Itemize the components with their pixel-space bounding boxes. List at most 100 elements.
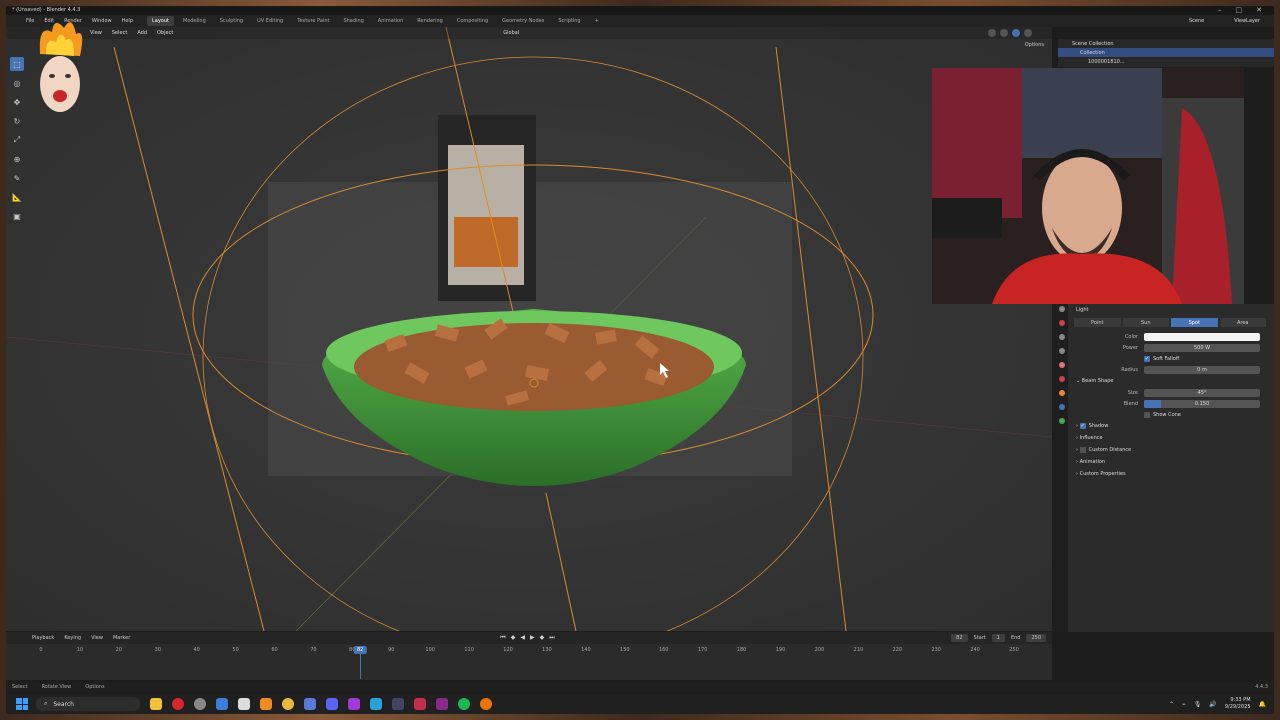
tab-sculpting[interactable]: Sculpting — [215, 16, 248, 26]
tab-geometry-nodes[interactable]: Geometry Nodes — [497, 16, 549, 26]
menu-window[interactable]: Window — [92, 18, 112, 24]
tool-properties-icon[interactable] — [1059, 306, 1065, 312]
color-swatch[interactable] — [1144, 332, 1260, 341]
play-reverse-icon[interactable]: ◀ — [520, 634, 525, 642]
measure-tool-icon[interactable]: 📐 — [10, 190, 24, 204]
timeline-menu-view[interactable]: View — [91, 635, 103, 641]
tab-layout[interactable]: Layout — [147, 16, 174, 26]
app-icon[interactable] — [260, 698, 272, 710]
tab-uv-editing[interactable]: UV Editing — [252, 16, 288, 26]
spot-size-field[interactable]: 45° — [1144, 388, 1260, 397]
view-layer-selector[interactable]: ViewLayer — [1234, 18, 1260, 24]
frame-ruler[interactable]: 0 10 20 30 40 50 60 70 80 90 100 110 120 130 140 150 160… — [6, 644, 1052, 656]
end-frame-field[interactable]: 250 — [1026, 634, 1046, 642]
timeline-editor[interactable]: Playback Keying View Marker ⏮ ◆ ◀ ▶ ◆ ⏭ … — [6, 632, 1052, 680]
shadow-subpanel[interactable]: › ✓ Shadow — [1070, 420, 1270, 432]
spotify-icon[interactable] — [458, 698, 470, 710]
light-type-point[interactable]: Point — [1074, 318, 1121, 327]
timeline-menu-keying[interactable]: Keying — [64, 635, 81, 641]
spot-blend-slider[interactable]: 0.150 — [1144, 399, 1260, 408]
scale-tool-icon[interactable]: ⤢ — [10, 133, 24, 147]
viewport-menu-object[interactable]: Object — [157, 30, 173, 36]
3d-viewport[interactable]: View Select Add Object Global Options ⬚ … — [6, 27, 1052, 631]
scene-properties-icon[interactable] — [1059, 362, 1065, 368]
add-cube-tool-icon[interactable]: ▣ — [10, 209, 24, 223]
settings-icon[interactable] — [194, 698, 206, 710]
annotate-tool-icon[interactable]: ✎ — [10, 171, 24, 185]
timeline-menu-marker[interactable]: Marker — [113, 635, 130, 641]
tab-compositing[interactable]: Compositing — [452, 16, 493, 26]
beam-shape-subpanel[interactable]: ⌄ Beam Shape — [1070, 375, 1270, 387]
tab-scripting[interactable]: Scripting — [553, 16, 585, 26]
light-type-spot[interactable]: Spot — [1171, 318, 1218, 327]
app-icon[interactable] — [436, 698, 448, 710]
clock[interactable]: 9:33 PM 9/29/2025 — [1225, 697, 1251, 711]
transform-tool-icon[interactable]: ⊕ — [10, 152, 24, 166]
cursor-tool-icon[interactable]: ◎ — [10, 76, 24, 90]
custom-distance-subpanel[interactable]: › Custom Distance — [1070, 444, 1270, 456]
chrome-icon[interactable] — [282, 698, 294, 710]
file-explorer-icon[interactable] — [150, 698, 162, 710]
opera-icon[interactable] — [172, 698, 184, 710]
soft-falloff-checkbox[interactable]: ✓ Soft Falloff — [1144, 353, 1179, 364]
solid-shading-icon[interactable] — [1000, 29, 1008, 37]
rendered-shading-icon[interactable] — [1024, 29, 1032, 37]
playhead-frame-label[interactable]: 82 — [353, 646, 367, 654]
radius-field[interactable]: 0 m — [1144, 365, 1260, 374]
windows-start-icon[interactable] — [16, 698, 28, 710]
tab-modeling[interactable]: Modeling — [178, 16, 211, 26]
light-data-properties-icon[interactable] — [1059, 418, 1065, 424]
animation-section[interactable]: › Animation — [1070, 456, 1270, 468]
move-tool-icon[interactable]: ✥ — [10, 95, 24, 109]
volume-icon[interactable]: 🔊 — [1209, 701, 1216, 708]
tab-rendering[interactable]: Rendering — [412, 16, 448, 26]
power-field[interactable]: 500 W — [1144, 343, 1260, 352]
start-frame-field[interactable]: 1 — [991, 634, 1005, 642]
light-type-area[interactable]: Area — [1219, 318, 1266, 327]
close-button[interactable]: ✕ — [1256, 6, 1262, 14]
menu-help[interactable]: Help — [122, 18, 133, 24]
current-frame-field[interactable]: 82 — [951, 634, 968, 642]
minimize-button[interactable]: – — [1218, 6, 1222, 14]
outliner-image-object[interactable]: 1000001810... — [1058, 57, 1274, 66]
render-properties-icon[interactable] — [1059, 320, 1065, 326]
select-tool-icon[interactable]: ⬚ — [10, 57, 24, 71]
rotate-tool-icon[interactable]: ↻ — [10, 114, 24, 128]
notifications-icon[interactable]: 🔔 — [1259, 701, 1266, 708]
viewport-menu-view[interactable]: View — [90, 30, 102, 36]
next-key-icon[interactable]: ◆ — [540, 634, 545, 642]
custom-properties-section[interactable]: › Custom Properties — [1070, 468, 1270, 480]
maximize-button[interactable]: □ — [1236, 6, 1243, 14]
show-cone-checkbox[interactable]: Show Cone — [1144, 409, 1181, 420]
app-icon[interactable] — [216, 698, 228, 710]
blender-icon[interactable] — [480, 698, 492, 710]
world-properties-icon[interactable] — [1059, 376, 1065, 382]
influence-subpanel[interactable]: › Influence — [1070, 432, 1270, 444]
taskbar-search[interactable]: ⌕ Search — [36, 697, 140, 711]
view-layer-icon[interactable] — [1059, 348, 1065, 354]
material-preview-shading-icon[interactable] — [1012, 29, 1020, 37]
app-icon[interactable] — [370, 698, 382, 710]
prev-key-icon[interactable]: ◆ — [511, 634, 516, 642]
wireframe-shading-icon[interactable] — [988, 29, 996, 37]
app-icon[interactable] — [348, 698, 360, 710]
app-icon[interactable] — [238, 698, 250, 710]
output-properties-icon[interactable] — [1059, 334, 1065, 340]
light-type-sun[interactable]: Sun — [1122, 318, 1169, 327]
network-icon[interactable]: ⌁ — [1182, 701, 1186, 708]
viewport-menu-select[interactable]: Select — [112, 30, 127, 36]
add-workspace-button[interactable]: + — [590, 16, 604, 26]
object-properties-icon[interactable] — [1059, 390, 1065, 396]
play-icon[interactable]: ▶ — [530, 634, 535, 642]
discord-icon[interactable] — [326, 698, 338, 710]
physics-properties-icon[interactable] — [1059, 404, 1065, 410]
options-dropdown[interactable]: Options — [1025, 42, 1044, 48]
tab-animation[interactable]: Animation — [373, 16, 409, 26]
app-icon[interactable] — [304, 698, 316, 710]
scene-selector[interactable]: Scene — [1189, 18, 1204, 24]
outliner-scene-collection[interactable]: Scene Collection — [1058, 39, 1274, 48]
outliner-collection[interactable]: Collection — [1058, 48, 1274, 57]
microphone-icon[interactable]: 🎙 — [1194, 701, 1202, 708]
jump-start-icon[interactable]: ⏮ — [500, 634, 505, 642]
viewport-menu-add[interactable]: Add — [137, 30, 147, 36]
